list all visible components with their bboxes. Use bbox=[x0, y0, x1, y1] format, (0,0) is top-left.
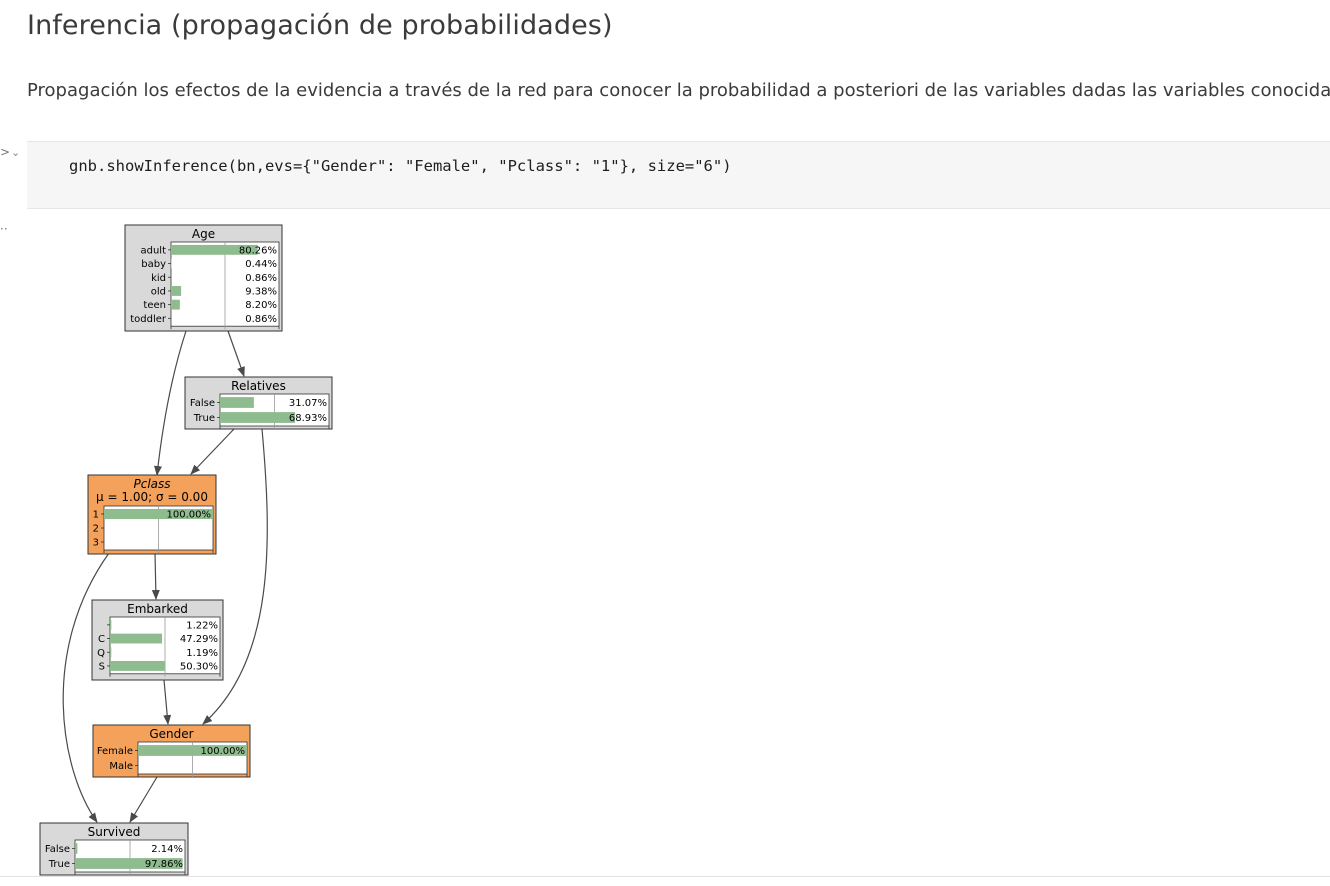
state-label: Q bbox=[97, 648, 105, 659]
prob-bar bbox=[171, 272, 172, 283]
edge-gender-survived bbox=[129, 776, 158, 823]
divider bbox=[0, 876, 1330, 877]
state-probability: 80.26% bbox=[239, 245, 277, 256]
state-label: kid bbox=[151, 273, 166, 284]
state-label: S bbox=[99, 661, 105, 672]
prob-bar bbox=[171, 258, 172, 269]
edge-pclass-embarked bbox=[151, 552, 160, 600]
state-probability: 97.86% bbox=[145, 859, 183, 870]
state-probability: 47.29% bbox=[180, 634, 218, 645]
node-embarked: Embarked 1.22% C 47.29% Q 1.19% S 50.30% bbox=[91, 599, 224, 681]
prob-bar bbox=[220, 412, 296, 423]
prob-bar bbox=[110, 619, 112, 630]
state-label: True bbox=[193, 413, 215, 424]
state-probability: 9.38% bbox=[245, 286, 277, 297]
prob-bar bbox=[220, 397, 254, 408]
edge-age-relatives bbox=[227, 330, 245, 377]
prob-bar bbox=[110, 647, 112, 658]
state-probability: 0.86% bbox=[245, 273, 277, 284]
state-label: False bbox=[190, 398, 215, 409]
state-label: Male bbox=[109, 761, 133, 772]
node-title: Age bbox=[192, 227, 215, 241]
state-probability: 100.00% bbox=[201, 746, 246, 757]
prob-bar bbox=[110, 661, 166, 671]
prob-bar bbox=[171, 286, 182, 296]
state-label: Female bbox=[97, 746, 133, 757]
node-pclass: Pclassμ = 1.00; σ = 0.00 1 100.00% 2 3 bbox=[87, 474, 217, 555]
node-title: Survived bbox=[88, 825, 141, 839]
state-label: old bbox=[151, 286, 166, 297]
state-label: 2 bbox=[93, 524, 99, 535]
prob-bar bbox=[171, 299, 180, 310]
nodes: Age adult 80.26% baby 0.44% kid 0.86% old 9.38% t… bbox=[39, 224, 333, 876]
edge-relatives-pclass bbox=[190, 428, 235, 475]
node-survived: Survived False 2.14% True 97.86% bbox=[39, 822, 189, 876]
state-label: teen bbox=[143, 300, 166, 311]
state-probability: 31.07% bbox=[289, 398, 327, 409]
state-label: adult bbox=[140, 245, 166, 256]
state-label: 3 bbox=[93, 538, 99, 549]
node-title: Embarked bbox=[127, 602, 188, 616]
state-probability: 68.93% bbox=[289, 413, 327, 424]
node-title: Gender bbox=[149, 727, 193, 741]
state-probability: 2.14% bbox=[151, 844, 183, 855]
state-label: 1 bbox=[93, 510, 99, 521]
prob-bar bbox=[110, 633, 163, 644]
state-probability: 0.44% bbox=[245, 259, 277, 270]
state-label: baby bbox=[141, 259, 166, 270]
edge-embarked-gender bbox=[163, 679, 172, 725]
state-label: toddler bbox=[130, 314, 167, 325]
node-title: Relatives bbox=[231, 379, 286, 393]
node-age: Age adult 80.26% baby 0.44% kid 0.86% old 9.38% t… bbox=[124, 224, 283, 332]
state-label: False bbox=[45, 844, 70, 855]
state-probability: 1.19% bbox=[186, 648, 218, 659]
edge-pclass-survived bbox=[62, 552, 110, 823]
bayesian-network-graph: Age adult 80.26% baby 0.44% kid 0.86% old 9.38% t… bbox=[39, 224, 333, 876]
state-probability: 1.22% bbox=[186, 620, 218, 631]
node-subtitle: μ = 1.00; σ = 0.00 bbox=[96, 490, 208, 504]
state-probability: 8.20% bbox=[245, 300, 277, 311]
state-probability: 0.86% bbox=[245, 314, 277, 325]
state-probability: 100.00% bbox=[167, 510, 212, 521]
edge-age-pclass bbox=[154, 330, 187, 476]
state-label: C bbox=[98, 634, 105, 645]
node-gender: Gender Female 100.00% Male bbox=[92, 724, 251, 778]
state-label: True bbox=[48, 859, 70, 870]
node-relatives: Relatives False 31.07% True 68.93% bbox=[184, 376, 333, 430]
prob-bar bbox=[75, 843, 78, 854]
node-title: Pclass bbox=[133, 477, 170, 491]
state-probability: 50.30% bbox=[180, 661, 218, 672]
prob-bar bbox=[171, 313, 172, 324]
